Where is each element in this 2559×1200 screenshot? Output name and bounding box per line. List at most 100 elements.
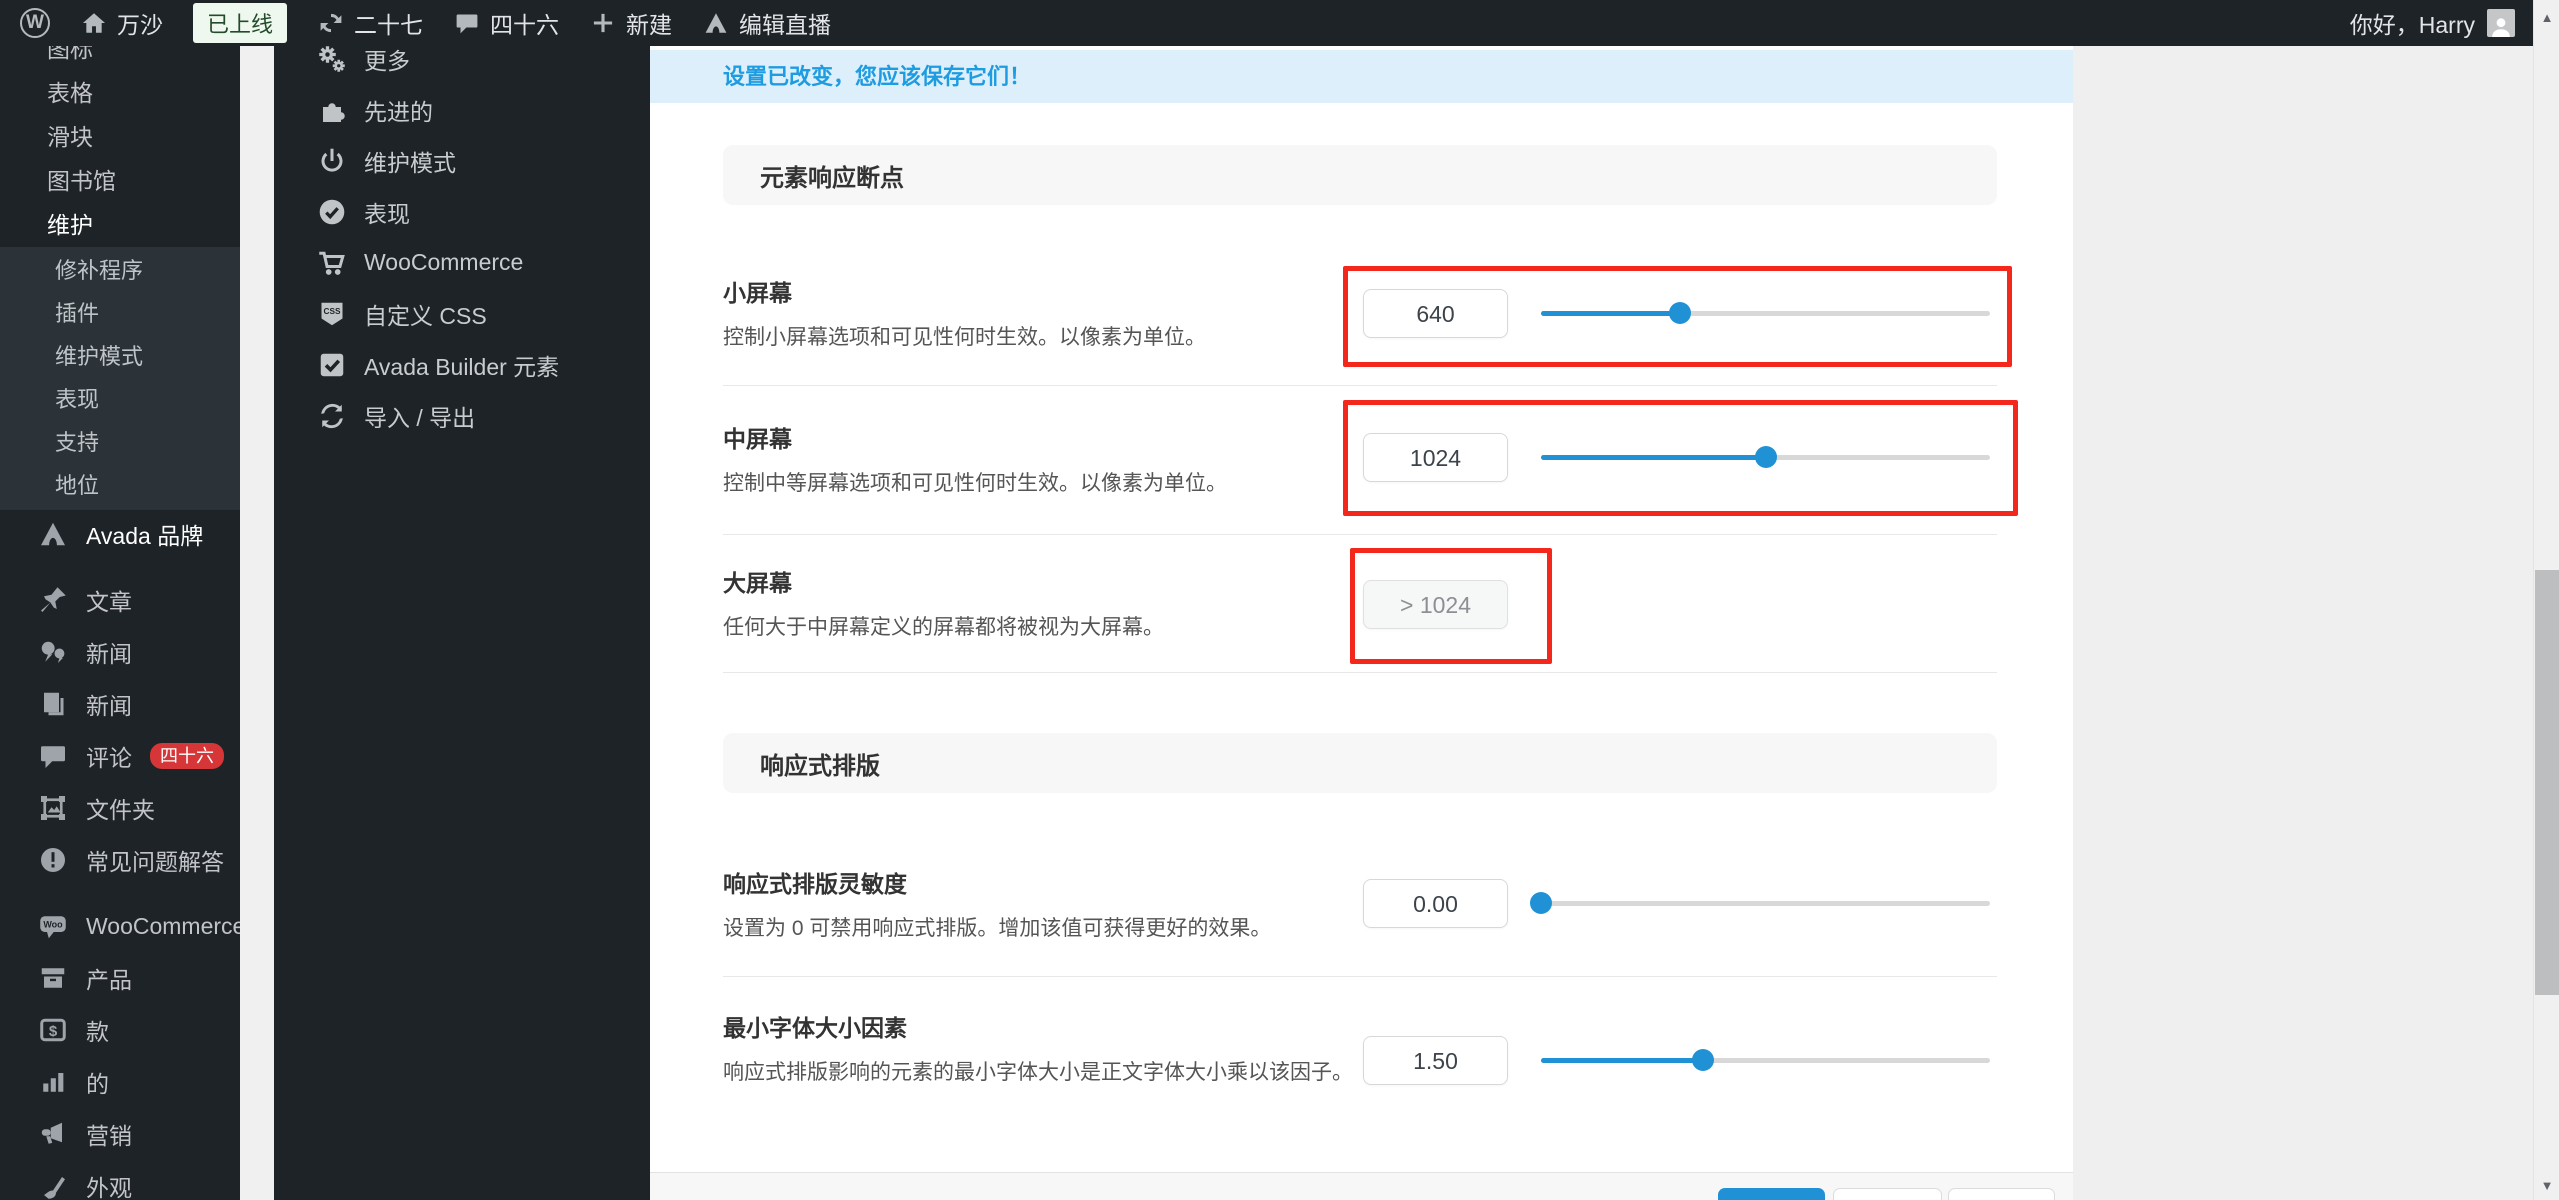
setting-description: 任何大于中屏幕定义的屏幕都将被视为大屏幕。 bbox=[723, 616, 1164, 639]
setting-value-input[interactable]: 1024 bbox=[1363, 432, 1508, 482]
svg-text:CSS: CSS bbox=[324, 307, 341, 316]
options-menu-item-表现[interactable]: 表现 bbox=[274, 186, 650, 237]
scrollbar[interactable]: ▲ ▼ bbox=[2533, 0, 2559, 1200]
comments-count-badge: 四十六 bbox=[150, 743, 224, 769]
scrollbar-thumb[interactable] bbox=[2535, 570, 2559, 995]
sidebar-item-营销[interactable]: 营销 bbox=[0, 1108, 240, 1160]
avada-icon bbox=[36, 517, 70, 551]
cart-icon bbox=[314, 245, 350, 281]
svg-text:Woo: Woo bbox=[43, 920, 63, 930]
settings-changed-notice: 设置已改变，您应该保存它们！ bbox=[650, 50, 2073, 103]
options-menu-item-label: 表现 bbox=[364, 200, 410, 227]
sidebar-item-维护[interactable]: 维护 bbox=[0, 203, 240, 247]
sidebar-item-常见问题解答[interactable]: 常见问题解答 bbox=[0, 834, 240, 886]
options-menu-item-WooCommerce[interactable]: WooCommerce bbox=[274, 237, 650, 288]
analytics-icon bbox=[36, 1065, 70, 1099]
sidebar-item-文件夹[interactable]: 文件夹 bbox=[0, 782, 240, 834]
sidebar-item-新闻[interactable]: 新闻 bbox=[0, 678, 240, 730]
setting-value-input[interactable]: > 1024 bbox=[1363, 579, 1508, 629]
update-icon bbox=[317, 9, 345, 37]
setting-slider[interactable] bbox=[1530, 877, 1990, 929]
setting-row-最小字体大小因素: 最小字体大小因素 响应式排版影响的元素的最小字体大小是正文字体大小乘以该因子。 1.… bbox=[723, 977, 1997, 1172]
page-background bbox=[2073, 46, 2533, 1200]
sidebar-item-label: 评论 bbox=[86, 745, 132, 771]
setting-slider[interactable] bbox=[1541, 1034, 1990, 1086]
slider-handle[interactable] bbox=[1691, 1049, 1714, 1071]
sidebar-subitem-修补程序[interactable]: 修补程序 bbox=[0, 249, 240, 292]
svg-text:$: $ bbox=[49, 1023, 58, 1040]
sidebar-subitem-支持[interactable]: 支持 bbox=[0, 421, 240, 464]
options-menu-item-Avada Builder 元素[interactable]: Avada Builder 元素 bbox=[274, 339, 650, 390]
sidebar-item-label: WooCommerce bbox=[86, 912, 240, 939]
footer-bar bbox=[650, 1172, 2073, 1200]
admin-bar-item-label: 万沙 bbox=[117, 12, 163, 38]
avatar[interactable] bbox=[2487, 9, 2515, 37]
setting-row-小屏幕: 小屏幕 控制小屏幕选项和可见性何时生效。以像素为单位。 640 bbox=[723, 205, 2012, 386]
scroll-down-arrow[interactable]: ▼ bbox=[2534, 1172, 2559, 1198]
setting-value-input[interactable]: 640 bbox=[1363, 288, 1508, 338]
sidebar-item-WooCommerce[interactable]: Woo WooCommerce bbox=[0, 900, 240, 952]
setting-row-响应式排版灵敏度: 响应式排版灵敏度 设置为 0 可禁用响应式排版。增加该值可获得更好的效果。 0.00 bbox=[723, 795, 1997, 977]
options-menu-item-自定义 CSS[interactable]: CSS 自定义 CSS bbox=[274, 288, 650, 339]
save-changes-button[interactable] bbox=[1718, 1188, 1825, 1200]
slider-handle[interactable] bbox=[1754, 446, 1777, 468]
sidebar-item-label: 产品 bbox=[86, 967, 132, 993]
setting-slider[interactable] bbox=[1541, 431, 1990, 483]
sidebar-subitem-插件[interactable]: 插件 bbox=[0, 292, 240, 335]
sidebar-subitem-维护模式[interactable]: 维护模式 bbox=[0, 335, 240, 378]
sidebar-item-产品[interactable]: 产品 bbox=[0, 952, 240, 1004]
sidebar-item-Avada 品牌[interactable]: Avada 品牌 bbox=[0, 509, 240, 557]
wordpress-logo: W bbox=[20, 8, 50, 38]
slider-fill bbox=[1541, 311, 1681, 316]
section-title: 响应式排版 bbox=[760, 752, 880, 780]
product-box-icon bbox=[36, 961, 70, 995]
slider-handle[interactable] bbox=[1530, 892, 1552, 914]
sidebar-item-滑块[interactable]: 滑块 bbox=[0, 115, 240, 159]
setting-description: 响应式排版影响的元素的最小字体大小是正文字体大小乘以该因子。 bbox=[723, 1061, 1353, 1084]
sidebar-item-label: 文件夹 bbox=[86, 797, 155, 823]
sidebar-item-label: 新闻 bbox=[86, 693, 132, 719]
sidebar-subitem-地位[interactable]: 地位 bbox=[0, 464, 240, 507]
scroll-up-arrow[interactable]: ▲ bbox=[2534, 4, 2559, 30]
sidebar-item-评论[interactable]: 评论 四十六 bbox=[0, 730, 240, 782]
sidebar-item-文章[interactable]: 文章 bbox=[0, 574, 240, 626]
setting-value-input[interactable]: 0.00 bbox=[1363, 878, 1508, 928]
sidebar-item-label: Avada 品牌 bbox=[86, 522, 204, 549]
sidebar-item-的[interactable]: 的 bbox=[0, 1056, 240, 1108]
slider-handle[interactable] bbox=[1669, 302, 1692, 324]
options-menu-item-label: 先进的 bbox=[364, 98, 433, 125]
options-menu-item-维护模式[interactable]: 维护模式 bbox=[274, 135, 650, 186]
section-header: 响应式排版 bbox=[723, 733, 1997, 793]
admin-bar-item-新建[interactable]: 新建 bbox=[589, 6, 672, 40]
power-icon bbox=[314, 143, 350, 179]
admin-bar-item-logo[interactable]: W bbox=[20, 8, 50, 38]
sidebar-item-表格[interactable]: 表格 bbox=[0, 71, 240, 115]
comment-icon bbox=[36, 739, 70, 773]
setting-description: 控制中等屏幕选项和可见性何时生效。以像素为单位。 bbox=[723, 472, 1227, 495]
user-greeting[interactable]: 你好，Harry bbox=[2350, 6, 2475, 40]
site-online-badge[interactable]: 已上线 bbox=[193, 3, 288, 43]
admin-bar-item-label: 编辑直播 bbox=[739, 12, 832, 38]
footer-button-3[interactable] bbox=[1948, 1188, 2055, 1200]
admin-bar-item-万沙[interactable]: 万沙 bbox=[80, 6, 163, 40]
avada-icon bbox=[702, 9, 730, 37]
setting-value-input[interactable]: 1.50 bbox=[1363, 1035, 1508, 1085]
footer-button-2[interactable] bbox=[1833, 1188, 1942, 1200]
sidebar-item-label: 新闻 bbox=[86, 641, 132, 667]
slider-track[interactable] bbox=[1541, 901, 1990, 906]
sidebar-subitem-表现[interactable]: 表现 bbox=[0, 378, 240, 421]
admin-bar-item-已上线[interactable]: 已上线 bbox=[193, 3, 288, 43]
notice-text: 设置已改变，您应该保存它们！ bbox=[723, 64, 1032, 89]
sidebar-item-款[interactable]: $ 款 bbox=[0, 1004, 240, 1056]
sidebar-item-label: 营销 bbox=[86, 1123, 132, 1149]
sidebar-item-图书馆[interactable]: 图书馆 bbox=[0, 159, 240, 203]
admin-bar-item-label: 新建 bbox=[626, 12, 673, 38]
sidebar-item-新闻[interactable]: 新闻 bbox=[0, 626, 240, 678]
admin-bar-item-编辑直播[interactable]: 编辑直播 bbox=[702, 6, 831, 40]
admin-bar-item-二十七[interactable]: 二十七 bbox=[317, 6, 423, 40]
sidebar-item-外观[interactable]: 外观 bbox=[0, 1160, 240, 1200]
options-menu-item-导入 / 导出[interactable]: 导入 / 导出 bbox=[274, 390, 650, 441]
options-menu-item-先进的[interactable]: 先进的 bbox=[274, 84, 650, 135]
admin-bar-item-四十六[interactable]: 四十六 bbox=[453, 6, 559, 40]
setting-slider[interactable] bbox=[1541, 287, 1990, 339]
